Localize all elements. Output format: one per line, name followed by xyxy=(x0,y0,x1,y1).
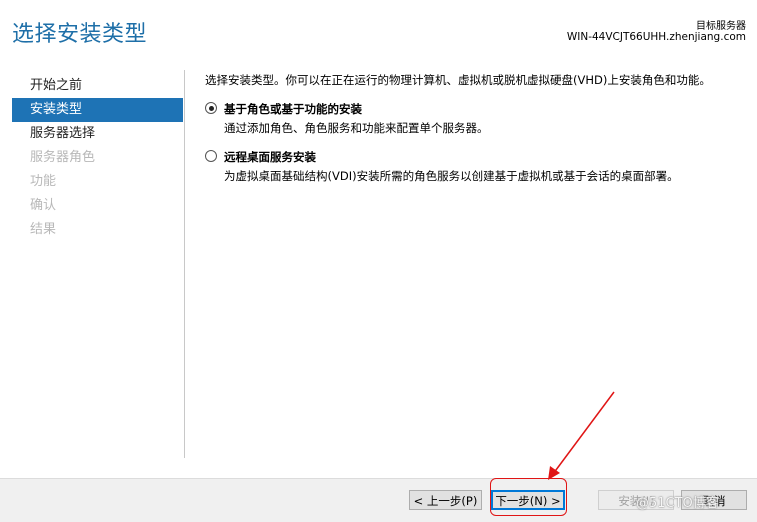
watermark: @51CTO博客 xyxy=(636,496,719,511)
annotation-arrow-icon xyxy=(548,391,615,480)
